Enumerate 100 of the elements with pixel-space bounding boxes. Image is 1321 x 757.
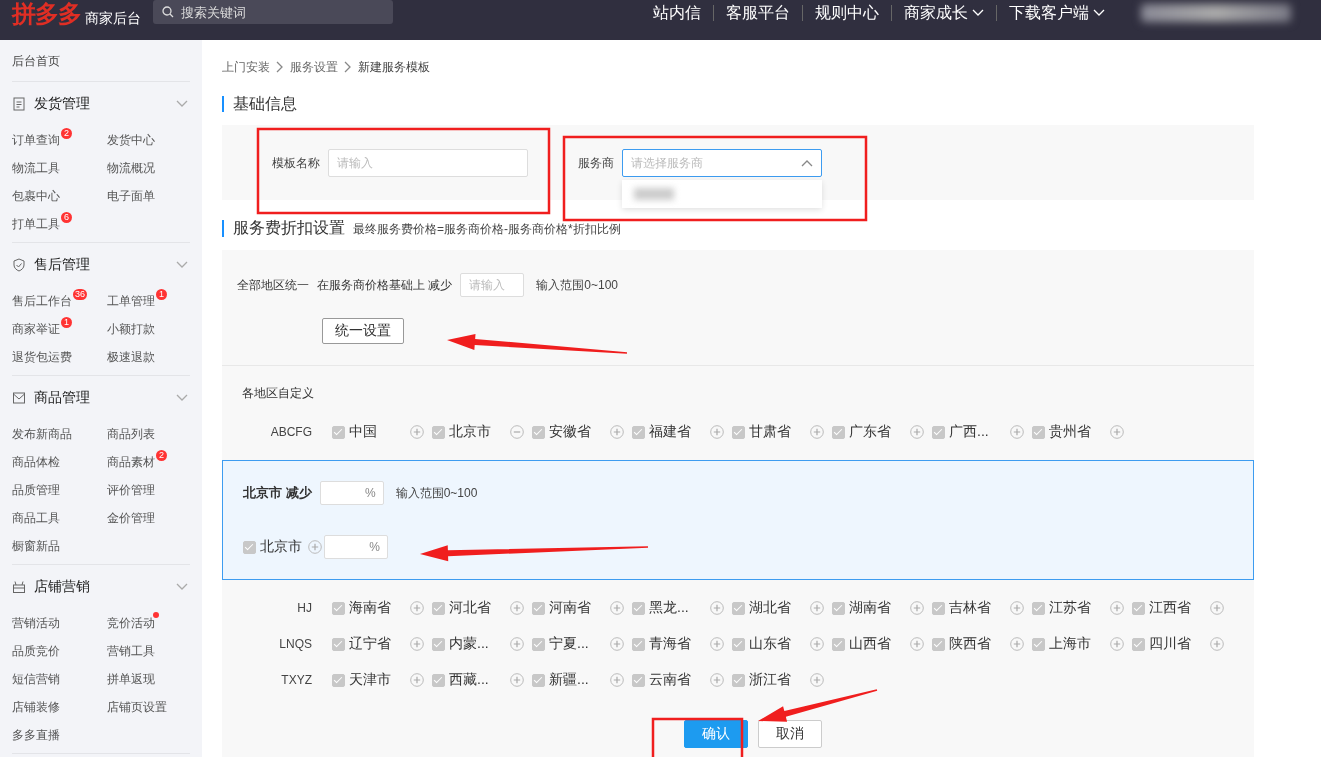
- expand-icon[interactable]: [410, 601, 424, 615]
- sidebar-item[interactable]: 电子面单: [107, 189, 155, 203]
- checkbox[interactable]: [532, 673, 545, 687]
- sidebar-item[interactable]: 商品体检: [12, 455, 60, 469]
- expand-icon[interactable]: [610, 637, 624, 651]
- expand-icon[interactable]: [1210, 637, 1224, 651]
- input-field[interactable]: 请输入: [460, 273, 525, 297]
- sidebar-item[interactable]: 橱窗新品: [12, 539, 60, 553]
- apply-all-button[interactable]: 统一设置: [322, 318, 404, 344]
- checkbox[interactable]: [1132, 601, 1145, 615]
- checkbox[interactable]: [532, 601, 545, 615]
- sidebar-item[interactable]: 品质竞价: [12, 644, 60, 658]
- checkbox[interactable]: [732, 601, 745, 615]
- cancel-button[interactable]: 取消: [758, 720, 822, 748]
- sidebar-item[interactable]: 营销工具: [107, 644, 155, 658]
- breadcrumb-link[interactable]: 服务设置: [290, 58, 338, 76]
- sidebar-item[interactable]: 极速退款: [107, 350, 155, 364]
- expand-icon[interactable]: [610, 425, 624, 439]
- percent-field[interactable]: [319, 481, 384, 505]
- sidebar-item[interactable]: 小额打款: [107, 322, 155, 336]
- expand-icon[interactable]: [510, 637, 524, 651]
- expand-icon[interactable]: [510, 601, 524, 615]
- sidebar-item[interactable]: 店铺装修: [12, 700, 60, 714]
- nav-link[interactable]: 站内信: [641, 5, 713, 21]
- checkbox[interactable]: [932, 637, 945, 651]
- expand-icon[interactable]: [410, 637, 424, 651]
- menu-group-header[interactable]: 商品管理: [0, 376, 202, 420]
- expand-icon[interactable]: [910, 601, 924, 615]
- checkbox[interactable]: [932, 601, 945, 615]
- sidebar-item[interactable]: 发货中心: [107, 133, 155, 147]
- sidebar-item[interactable]: 商品工具: [12, 511, 60, 525]
- sidebar-item[interactable]: 包裹中心: [12, 189, 60, 203]
- search-field[interactable]: 搜索关键词: [153, 0, 393, 24]
- checkbox[interactable]: [332, 637, 345, 651]
- expand-icon[interactable]: [510, 673, 524, 687]
- expand-icon[interactable]: [810, 637, 824, 651]
- sidebar-item[interactable]: 评价管理: [107, 483, 155, 497]
- checkbox[interactable]: [432, 425, 445, 439]
- checkbox[interactable]: [532, 425, 545, 439]
- checkbox[interactable]: [732, 637, 745, 651]
- sidebar-item[interactable]: 商家举证: [12, 322, 60, 336]
- expand-icon[interactable]: [410, 673, 424, 687]
- sidebar-item[interactable]: 短信营销: [12, 672, 60, 686]
- sidebar-item[interactable]: 竞价活动: [107, 616, 155, 630]
- expand-icon[interactable]: [710, 425, 724, 439]
- percent-field[interactable]: [324, 535, 388, 559]
- breadcrumb-link[interactable]: 新建服务模板: [358, 58, 430, 76]
- checkbox[interactable]: [832, 601, 845, 615]
- expand-icon[interactable]: [1110, 601, 1124, 615]
- expand-icon[interactable]: [308, 540, 322, 554]
- checkbox[interactable]: [632, 637, 645, 651]
- sidebar-item[interactable]: 订单查询: [12, 133, 60, 147]
- checkbox[interactable]: [632, 673, 645, 687]
- nav-link[interactable]: 商家成长: [891, 5, 996, 21]
- checkbox[interactable]: [732, 425, 745, 439]
- sidebar-item[interactable]: 营销活动: [12, 616, 60, 630]
- expand-icon[interactable]: [710, 673, 724, 687]
- blurred-option[interactable]: [634, 188, 674, 200]
- expand-icon[interactable]: [610, 601, 624, 615]
- expand-icon[interactable]: [1010, 637, 1024, 651]
- sidebar-item[interactable]: 拼单返现: [107, 672, 155, 686]
- sidebar-item[interactable]: 打单工具: [12, 217, 60, 231]
- sidebar-item[interactable]: 商品列表: [107, 427, 155, 441]
- checkbox[interactable]: [432, 673, 445, 687]
- checkbox[interactable]: [1132, 637, 1145, 651]
- checkbox[interactable]: [432, 601, 445, 615]
- checkbox[interactable]: [632, 425, 645, 439]
- expand-icon[interactable]: [810, 601, 824, 615]
- sidebar-item[interactable]: 物流工具: [12, 161, 60, 175]
- sidebar-item[interactable]: 店铺页设置: [107, 700, 167, 714]
- sidebar-item[interactable]: 多多直播: [12, 728, 60, 742]
- checkbox[interactable]: [1032, 425, 1045, 439]
- checkbox[interactable]: [432, 637, 445, 651]
- checkbox[interactable]: [632, 601, 645, 615]
- sidebar-item[interactable]: 金价管理: [107, 511, 155, 525]
- expand-icon[interactable]: [910, 637, 924, 651]
- sidebar-item[interactable]: 售后工作台: [12, 294, 72, 308]
- checkbox[interactable]: [332, 425, 345, 439]
- menu-group-header[interactable]: 店铺营销: [0, 565, 202, 609]
- sidebar-item[interactable]: 退货包运费: [12, 350, 72, 364]
- sidebar-item[interactable]: 后台首页: [0, 40, 72, 81]
- expand-icon[interactable]: [410, 425, 424, 439]
- expand-icon[interactable]: [810, 673, 824, 687]
- expand-icon[interactable]: [910, 425, 924, 439]
- input-field[interactable]: 请输入: [328, 149, 528, 177]
- expand-icon[interactable]: [710, 601, 724, 615]
- sidebar-item[interactable]: 品质管理: [12, 483, 60, 497]
- expand-icon[interactable]: [1010, 425, 1024, 439]
- checkbox[interactable]: [832, 637, 845, 651]
- expand-icon[interactable]: [710, 637, 724, 651]
- checkbox[interactable]: [532, 637, 545, 651]
- sidebar-item[interactable]: 发布新商品: [12, 427, 72, 441]
- expand-icon[interactable]: [610, 673, 624, 687]
- menu-group-header[interactable]: 发货管理: [0, 82, 202, 126]
- expand-icon[interactable]: [1010, 601, 1024, 615]
- collapse-icon[interactable]: [510, 425, 524, 439]
- checkbox[interactable]: [243, 540, 256, 554]
- breadcrumb-link[interactable]: 上门安装: [222, 58, 270, 76]
- expand-icon[interactable]: [1110, 425, 1124, 439]
- expand-icon[interactable]: [1210, 601, 1224, 615]
